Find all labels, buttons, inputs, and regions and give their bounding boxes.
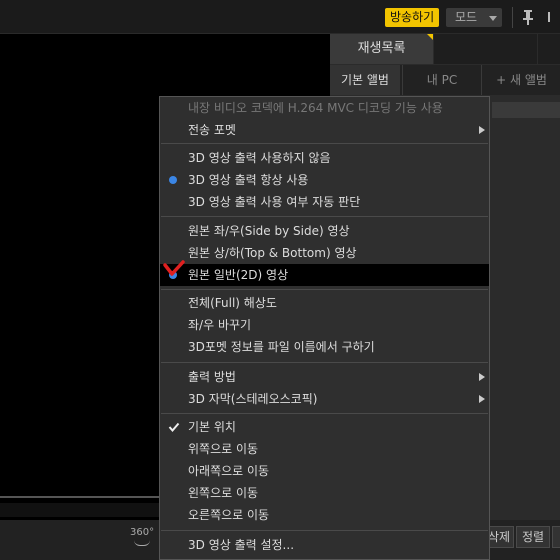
menu-item-label: 위쪽으로 이동 <box>188 442 259 456</box>
toolbar-divider <box>512 7 513 28</box>
seek-bar[interactable] <box>0 496 160 498</box>
vr360-button[interactable]: 360° <box>130 527 155 546</box>
album-subtabs: 기본 앨범 내 PC + 새 앨범 <box>330 65 560 95</box>
tab-empty-2[interactable] <box>538 34 560 64</box>
menu-item-full-resolution[interactable]: 전체(Full) 해상도 <box>160 292 489 314</box>
subtab-basic-album[interactable]: 기본 앨범 <box>330 65 400 95</box>
menu-item-3d-always[interactable]: 3D 영상 출력 항상 사용 <box>160 169 489 191</box>
menu-item-mvc-decoding: 내장 비디오 코덱에 H.264 MVC 디코딩 기능 사용 <box>160 97 489 119</box>
menu-item-3d-auto[interactable]: 3D 영상 출력 사용 여부 자동 판단 <box>160 191 489 213</box>
menu-item-label: 출력 방법 <box>188 370 236 384</box>
chevron-down-icon <box>489 16 497 21</box>
menu-separator <box>161 143 488 144</box>
menu-item-default-position[interactable]: 기본 위치 <box>160 416 489 438</box>
menu-item-move-down[interactable]: 아래쪽으로 이동 <box>160 460 489 482</box>
menu-item-label: 내장 비디오 코덱에 H.264 MVC 디코딩 기능 사용 <box>188 101 443 115</box>
mode-dropdown[interactable]: 모드 <box>446 8 502 27</box>
menu-item-swap-lr[interactable]: 좌/우 바꾸기 <box>160 314 489 336</box>
menu-item-top-bottom[interactable]: 원본 상/하(Top & Bottom) 영상 <box>160 242 489 264</box>
menu-item-3d-output-settings[interactable]: 3D 영상 출력 설정... <box>160 534 489 556</box>
menu-item-label: 오른쪽으로 이동 <box>188 508 270 522</box>
menu-separator <box>161 289 488 290</box>
submenu-arrow-icon <box>479 373 485 381</box>
menu-item-output-method[interactable]: 출력 방법 <box>160 366 489 388</box>
list-header <box>492 102 560 118</box>
menu-item-label: 3D 영상 출력 사용하지 않음 <box>188 151 331 165</box>
menu-separator <box>161 413 488 414</box>
menu-item-label: 왼쪽으로 이동 <box>188 486 259 500</box>
menu-item-3d-off[interactable]: 3D 영상 출력 사용하지 않음 <box>160 147 489 169</box>
menu-item-format-from-filename[interactable]: 3D포멧 정보를 파일 이름에서 구하기 <box>160 336 489 358</box>
menu-item-label: 3D 영상 출력 설정... <box>188 538 295 552</box>
window-control-icon[interactable] <box>548 10 560 24</box>
menu-item-label: 아래쪽으로 이동 <box>188 464 270 478</box>
menu-item-label: 전송 포멧 <box>188 123 236 137</box>
checkmark-icon <box>168 422 180 433</box>
menu-separator <box>161 530 488 531</box>
menu-item-transfer-format[interactable]: 전송 포멧 <box>160 119 489 141</box>
menu-item-label: 3D포멧 정보를 파일 이름에서 구하기 <box>188 340 375 354</box>
broadcast-button[interactable]: 방송하기 <box>385 8 440 27</box>
tab-playlist[interactable]: 재생목록 <box>330 34 433 64</box>
pin-icon[interactable] <box>520 7 536 27</box>
menu-item-label: 3D 영상 출력 사용 여부 자동 판단 <box>188 195 361 209</box>
tab-empty[interactable] <box>434 34 537 64</box>
menu-item-move-left[interactable]: 왼쪽으로 이동 <box>160 482 489 504</box>
menu-item-label: 원본 상/하(Top & Bottom) 영상 <box>188 246 357 260</box>
mode-label: 모드 <box>455 10 478 24</box>
menu-item-move-right[interactable]: 오른쪽으로 이동 <box>160 504 489 526</box>
menu-item-label: 전체(Full) 해상도 <box>188 296 277 310</box>
submenu-arrow-icon <box>479 395 485 403</box>
tab-playlist-label: 재생목록 <box>357 41 406 56</box>
menu-item-label: 기본 위치 <box>188 420 236 434</box>
menu-item-label: 원본 좌/우(Side by Side) 영상 <box>188 224 350 238</box>
3d-context-menu: 내장 비디오 코덱에 H.264 MVC 디코딩 기능 사용 전송 포멧 3D … <box>159 96 490 560</box>
vr360-label: 360° <box>130 527 155 538</box>
menu-item-3d-subtitles[interactable]: 3D 자막(스테레오스코픽) <box>160 388 489 410</box>
menu-item-2d[interactable]: 원본 일반(2D) 영상 <box>160 260 489 286</box>
menu-separator <box>161 216 488 217</box>
radio-selected-icon <box>169 176 177 184</box>
menu-item-label: 원본 일반(2D) 영상 <box>188 268 289 282</box>
submenu-arrow-icon <box>479 126 485 134</box>
menu-item-move-up[interactable]: 위쪽으로 이동 <box>160 438 489 460</box>
menu-item-label: 좌/우 바꾸기 <box>188 318 252 332</box>
subtab-my-pc[interactable]: 내 PC <box>402 65 481 95</box>
menu-separator <box>161 362 488 363</box>
menu-item-label: 3D 영상 출력 항상 사용 <box>188 173 309 187</box>
menu-item-label: 3D 자막(스테레오스코픽) <box>188 392 318 406</box>
subtab-new-album[interactable]: + 새 앨범 <box>481 65 560 95</box>
menu-item-side-by-side[interactable]: 원본 좌/우(Side by Side) 영상 <box>160 220 489 242</box>
active-tab-marker <box>427 34 433 40</box>
extra-button[interactable] <box>552 526 560 548</box>
seek-bar-track <box>0 503 160 517</box>
red-check-annotation-icon <box>163 260 185 276</box>
sort-button[interactable]: 정렬 <box>516 526 550 548</box>
